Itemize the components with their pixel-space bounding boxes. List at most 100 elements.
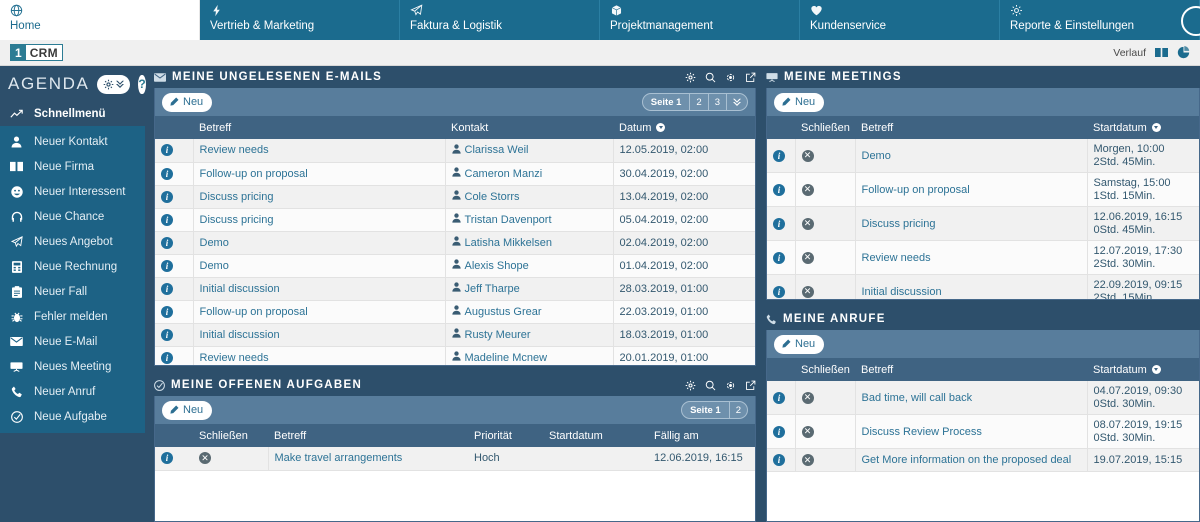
col-kontakt[interactable]: Kontakt — [445, 116, 613, 139]
sidebar-item-neuer-kontakt[interactable]: Neuer Kontakt — [0, 129, 145, 154]
call-subject[interactable]: Discuss Review Process — [854, 414, 1087, 449]
refresh-icon[interactable] — [725, 380, 736, 391]
gear-icon[interactable] — [685, 380, 696, 391]
email-subject[interactable]: Initial discussion — [192, 323, 445, 347]
table-row[interactable]: i ✕ Review needs 12.07.2019, 17:30 2Std. 30M… — [767, 240, 1199, 275]
col-schliessen[interactable]: Schließen — [193, 424, 268, 447]
email-subject[interactable]: Initial discussion — [192, 277, 445, 301]
emails-pagination[interactable]: Seite 1 2 3 — [641, 93, 748, 111]
col-startdatum[interactable]: Startdatum — [1087, 116, 1199, 139]
email-contact[interactable]: Alexis Shope — [444, 254, 613, 278]
pager-current[interactable]: Seite 1 — [682, 402, 730, 418]
email-contact[interactable]: Jeff Tharpe — [444, 277, 613, 301]
col-startdatum[interactable]: Startdatum — [1087, 358, 1199, 381]
pie-chart-icon[interactable] — [1177, 46, 1190, 59]
col-schliessen[interactable]: Schließen — [795, 358, 855, 381]
email-subject[interactable]: Demo — [192, 231, 445, 255]
email-contact[interactable]: Madeline Mcnew — [444, 346, 613, 365]
sidebar-item-neues-angebot[interactable]: Neues Angebot — [0, 229, 145, 254]
sidebar-item-schnellmenu[interactable]: Schnellmenü — [0, 102, 145, 126]
pager-page-2[interactable]: 2 — [690, 94, 709, 110]
info-icon[interactable]: i — [161, 351, 173, 364]
pager-page-2[interactable]: 2 — [730, 402, 747, 418]
table-row[interactable]: i ✕ Initial discussion 22.09.2019, 09:15 2St… — [767, 274, 1199, 299]
close-icon[interactable]: ✕ — [801, 251, 814, 264]
col-betreff[interactable]: Betreff — [193, 116, 445, 139]
close-icon[interactable]: ✕ — [801, 454, 814, 466]
table-row[interactable]: i Review needs Clarissa Weil 12.05.2019, 02… — [155, 139, 755, 163]
sidebar-item-neue-aufgabe[interactable]: Neue Aufgabe — [0, 404, 145, 429]
col-faellig-am[interactable]: Fällig am — [648, 424, 755, 447]
new-email-button[interactable]: Neu — [162, 92, 213, 112]
col-datum[interactable]: Datum — [613, 116, 755, 139]
call-subject[interactable]: Bad time, will call back — [854, 381, 1087, 415]
col-startdatum[interactable]: Startdatum — [543, 424, 648, 447]
nav-tab-vertrieb-marketing[interactable]: Vertrieb & Marketing — [200, 0, 400, 40]
email-subject[interactable]: Discuss pricing — [192, 185, 445, 209]
sidebar-item-neue-rechnung[interactable]: Neue Rechnung — [0, 254, 145, 279]
nav-tab-reporte-einstellungen[interactable]: Reporte & Einstellungen — [1000, 0, 1200, 40]
search-icon[interactable] — [705, 380, 716, 391]
new-call-button[interactable]: Neu — [774, 334, 825, 354]
refresh-icon[interactable] — [725, 72, 736, 83]
info-icon[interactable]: i — [161, 213, 173, 226]
close-icon[interactable]: ✕ — [801, 149, 814, 162]
email-contact[interactable]: Tristan Davenport — [444, 208, 613, 232]
gear-icon[interactable] — [685, 72, 696, 83]
info-icon[interactable]: i — [161, 452, 173, 465]
close-icon[interactable]: ✕ — [801, 285, 814, 298]
email-subject[interactable]: Discuss pricing — [192, 208, 445, 232]
meeting-subject[interactable]: Discuss pricing — [854, 206, 1087, 241]
sidebar-item-neuer-interessent[interactable]: Neuer Interessent — [0, 179, 145, 204]
table-row[interactable]: i Follow-up on proposal Augustus Grear 22.0… — [155, 300, 755, 324]
sidebar-item-neue-email[interactable]: Neue E-Mail — [0, 329, 145, 354]
table-row[interactable]: i Discuss pricing Tristan Davenport 05.04.2… — [155, 208, 755, 232]
meeting-subject[interactable]: Initial discussion — [854, 274, 1087, 299]
email-contact[interactable]: Rusty Meurer — [444, 323, 613, 347]
settings-button[interactable] — [97, 74, 131, 94]
email-subject[interactable]: Review needs — [192, 346, 445, 365]
email-contact[interactable]: Cameron Manzi — [444, 162, 613, 186]
table-row[interactable]: i Discuss pricing Cole Storrs 13.04.2019, 0… — [155, 185, 755, 209]
col-betreff[interactable]: Betreff — [855, 116, 1087, 139]
sidebar-item-neue-firma[interactable]: Neue Firma — [0, 154, 145, 179]
sidebar-item-neues-meeting[interactable]: Neues Meeting — [0, 354, 145, 379]
email-contact[interactable]: Clarissa Weil — [444, 139, 613, 163]
info-icon[interactable]: i — [161, 236, 173, 249]
book-icon[interactable] — [1155, 47, 1168, 58]
new-meeting-button[interactable]: Neu — [774, 92, 825, 112]
tasks-pagination[interactable]: Seite 1 2 — [681, 401, 748, 419]
table-row[interactable]: i ✕ Make travel arrangements Hoch 12.06.… — [155, 447, 755, 471]
close-icon[interactable]: ✕ — [801, 391, 814, 404]
email-subject[interactable]: Demo — [192, 254, 445, 278]
search-icon[interactable] — [705, 72, 716, 83]
help-button[interactable]: ? — [138, 74, 146, 94]
email-subject[interactable]: Follow-up on proposal — [192, 162, 445, 186]
info-icon[interactable]: i — [161, 144, 173, 157]
sidebar-item-fehler-melden[interactable]: Fehler melden — [0, 304, 145, 329]
table-row[interactable]: i Follow-up on proposal Cameron Manzi 30.04… — [155, 162, 755, 186]
info-icon[interactable]: i — [773, 454, 785, 466]
close-icon[interactable]: ✕ — [199, 452, 211, 465]
new-task-button[interactable]: Neu — [162, 400, 213, 420]
task-subject[interactable]: Make travel arrangements — [267, 447, 468, 471]
nav-tab-kundenservice[interactable]: Kundenservice — [800, 0, 1000, 40]
info-icon[interactable]: i — [161, 305, 173, 318]
meeting-subject[interactable]: Review needs — [854, 240, 1087, 275]
info-icon[interactable]: i — [161, 259, 173, 272]
info-icon[interactable]: i — [773, 391, 785, 404]
col-prioritaet[interactable]: Priorität — [468, 424, 543, 447]
pager-page-3[interactable]: 3 — [709, 94, 727, 110]
col-schliessen[interactable]: Schließen — [795, 116, 855, 139]
sidebar-item-neue-chance[interactable]: Neue Chance — [0, 204, 145, 229]
table-row[interactable]: i ✕ Get More information on the proposed d… — [767, 448, 1199, 472]
pager-current[interactable]: Seite 1 — [643, 94, 691, 110]
col-betreff[interactable]: Betreff — [855, 358, 1087, 381]
email-contact[interactable]: Cole Storrs — [444, 185, 613, 209]
close-icon[interactable]: ✕ — [801, 183, 814, 196]
info-icon[interactable]: i — [161, 328, 173, 341]
table-row[interactable]: i ✕ Discuss pricing 12.06.2019, 16:15 0Std. … — [767, 206, 1199, 241]
call-subject[interactable]: Get More information on the proposed dea… — [854, 448, 1087, 472]
nav-tab-home[interactable]: Home — [0, 0, 200, 40]
meeting-subject[interactable]: Follow-up on proposal — [854, 172, 1087, 207]
